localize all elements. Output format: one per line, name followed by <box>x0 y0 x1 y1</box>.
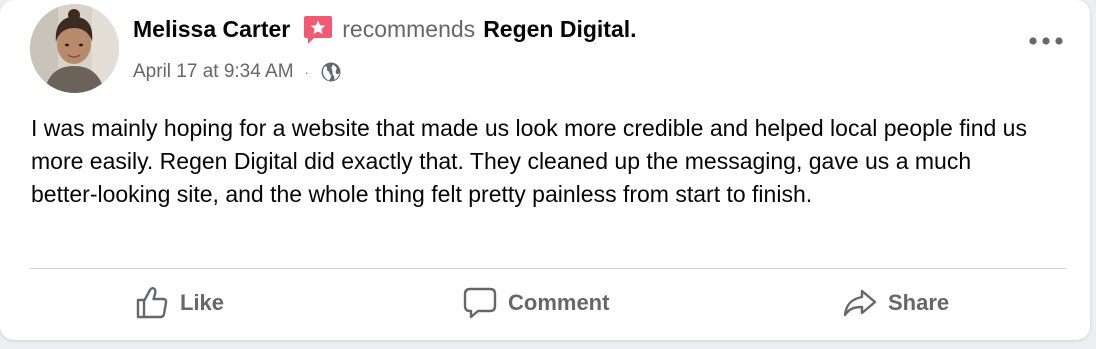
timestamp-link[interactable]: April 17 at 9:34 AM <box>133 61 294 83</box>
more-options-icon <box>1029 37 1063 45</box>
avatar[interactable] <box>30 4 119 93</box>
avatar-image <box>30 4 119 93</box>
comment-bubble-icon <box>462 285 498 321</box>
post-card: Melissa Carter recommends Regen Digital.… <box>0 0 1090 340</box>
post-body: I was mainly hoping for a website that m… <box>31 115 1027 207</box>
action-divider <box>30 268 1066 269</box>
post-header: Melissa Carter recommends Regen Digital. <box>133 12 637 46</box>
like-label: Like <box>180 290 225 315</box>
recommends-text: recommends <box>342 15 476 42</box>
recommend-badge-icon <box>300 12 334 46</box>
like-button[interactable]: Like <box>134 280 224 326</box>
meta-separator: · <box>304 64 309 80</box>
more-options-button[interactable] <box>1024 26 1068 56</box>
share-button[interactable]: Share <box>842 280 949 326</box>
comment-label: Comment <box>508 290 610 315</box>
globe-icon[interactable] <box>320 61 342 83</box>
share-arrow-icon <box>842 285 878 321</box>
author-name[interactable]: Melissa Carter <box>133 16 290 43</box>
page-name-link[interactable]: Regen Digital. <box>483 16 636 43</box>
thumbs-up-icon <box>134 285 170 321</box>
share-label: Share <box>888 290 950 315</box>
comment-button[interactable]: Comment <box>462 280 609 326</box>
post-meta: April 17 at 9:34 AM · <box>133 58 342 86</box>
